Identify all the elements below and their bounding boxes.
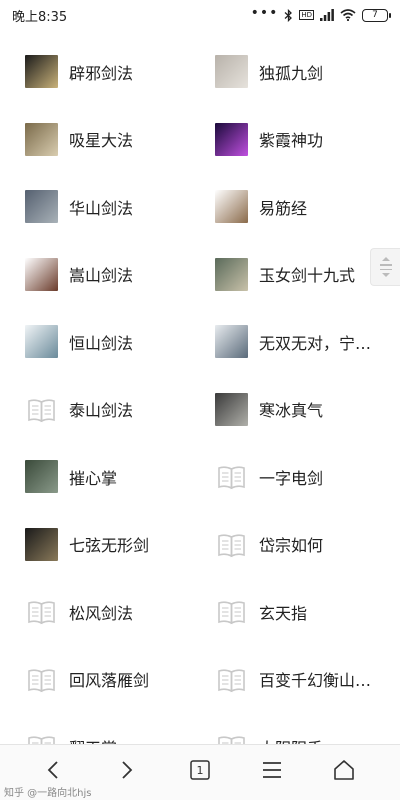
grid-row: 回风落雁剑 百变千幻衡山云雾十三式 bbox=[0, 646, 400, 714]
grid-row: 吸星大法 紫霞神功 bbox=[0, 106, 400, 174]
thumbnail-image bbox=[25, 257, 58, 291]
grid-row: 恒山剑法 无双无对，宁氏一剑 bbox=[0, 308, 400, 376]
wifi-icon bbox=[340, 9, 356, 21]
entry-name: 独孤九剑 bbox=[259, 63, 324, 83]
grid-row: 华山剑法 易筋经 bbox=[0, 173, 400, 241]
book-icon bbox=[25, 595, 58, 628]
thumbnail-image bbox=[25, 527, 58, 561]
entry-name: 无双无对，宁氏一剑 bbox=[259, 333, 387, 353]
status-icons: ••• HD 7 bbox=[250, 5, 391, 24]
grip-line bbox=[379, 268, 392, 270]
entry-item[interactable]: 岱宗如何 bbox=[215, 511, 400, 579]
scroll-up-icon bbox=[381, 257, 390, 261]
book-icon bbox=[215, 663, 248, 696]
entry-item[interactable]: 百变千幻衡山云雾十三式 bbox=[215, 646, 400, 714]
entry-item[interactable]: 回风落雁剑 bbox=[25, 646, 215, 714]
entry-name: 一字电剑 bbox=[259, 468, 324, 488]
thumbnail-image bbox=[215, 325, 248, 359]
entry-name: 吸星大法 bbox=[69, 131, 134, 151]
thumbnail-image bbox=[25, 460, 58, 494]
entry-name: 恒山剑法 bbox=[69, 333, 134, 353]
entry-item[interactable]: 嵩山剑法 bbox=[25, 241, 215, 309]
thumbnail-image bbox=[215, 392, 248, 426]
entry-name: 岱宗如何 bbox=[259, 536, 324, 556]
watermark: 知乎 @一路向北hjs bbox=[4, 788, 92, 799]
forward-button[interactable] bbox=[108, 755, 144, 785]
grid-row: 松风剑法 玄天指 bbox=[0, 578, 400, 646]
entry-name: 玉女剑十九式 bbox=[259, 266, 356, 286]
entry-item[interactable]: 辟邪剑法 bbox=[25, 38, 215, 106]
entry-name: 百变千幻衡山云雾十三式 bbox=[259, 671, 387, 691]
entry-item[interactable]: 易筋经 bbox=[215, 173, 400, 241]
entry-item[interactable]: 恒山剑法 bbox=[25, 308, 215, 376]
entry-item[interactable]: 吸星大法 bbox=[25, 106, 215, 174]
grid-row: 摧心掌 一字电剑 bbox=[0, 443, 400, 511]
thumbnail-image bbox=[215, 257, 248, 291]
entry-name: 华山剑法 bbox=[69, 198, 134, 218]
back-button[interactable] bbox=[36, 755, 72, 785]
grip-line bbox=[379, 264, 392, 266]
entry-name: 松风剑法 bbox=[69, 603, 134, 623]
tabs-button[interactable]: 1 bbox=[182, 755, 218, 785]
thumbnail-image bbox=[25, 55, 58, 89]
scroll-down-icon bbox=[381, 273, 390, 277]
entry-item[interactable]: 无双无对，宁氏一剑 bbox=[215, 308, 400, 376]
menu-icon bbox=[263, 762, 281, 778]
chevron-left-icon bbox=[47, 761, 58, 779]
entry-item[interactable]: 七弦无形剑 bbox=[25, 511, 215, 579]
entry-name: 嵩山剑法 bbox=[69, 266, 134, 286]
tabs-icon: 1 bbox=[189, 759, 211, 781]
battery-icon: 7 bbox=[362, 8, 391, 22]
entry-item[interactable]: 玄天指 bbox=[215, 578, 400, 646]
entry-name: 回风落雁剑 bbox=[69, 671, 150, 691]
entry-item[interactable]: 独孤九剑 bbox=[215, 38, 400, 106]
entry-item[interactable]: 紫霞神功 bbox=[215, 106, 400, 174]
entry-name: 摧心掌 bbox=[69, 468, 118, 488]
entry-item[interactable]: 一字电剑 bbox=[215, 443, 400, 511]
menu-button[interactable] bbox=[254, 755, 290, 785]
tab-count: 1 bbox=[196, 763, 204, 777]
entry-item[interactable]: 寒冰真气 bbox=[215, 376, 400, 444]
book-icon bbox=[215, 595, 248, 628]
bluetooth-icon bbox=[284, 8, 293, 22]
status-bar: 晚上8:35 ••• HD 7 bbox=[0, 0, 400, 30]
thumbnail-image bbox=[25, 122, 58, 156]
entry-name: 易筋经 bbox=[259, 198, 308, 218]
entry-item[interactable]: 松风剑法 bbox=[25, 578, 215, 646]
thumbnail-image bbox=[25, 325, 58, 359]
more-dots-icon: ••• bbox=[250, 5, 279, 21]
grid-row: 七弦无形剑 岱宗如何 bbox=[0, 511, 400, 579]
thumbnail-image bbox=[25, 190, 58, 224]
grid-row: 辟邪剑法 独孤九剑 bbox=[0, 38, 400, 106]
home-button[interactable] bbox=[326, 755, 362, 785]
thumbnail-image bbox=[215, 190, 248, 224]
scroll-handle[interactable] bbox=[370, 248, 400, 286]
grid-row: 嵩山剑法 玉女剑十九式 bbox=[0, 241, 400, 309]
home-icon bbox=[334, 760, 354, 780]
battery-level: 7 bbox=[372, 10, 378, 20]
entry-name: 七弦无形剑 bbox=[69, 536, 150, 556]
signal-icon bbox=[320, 9, 334, 21]
entry-grid: 辟邪剑法 独孤九剑吸星大法 紫霞神功华山剑法 易筋经嵩山剑法 玉女剑十九式恒山剑法 无双无… bbox=[0, 38, 400, 781]
hd-badge: HD bbox=[299, 10, 314, 20]
entry-name: 辟邪剑法 bbox=[69, 63, 134, 83]
entry-name: 寒冰真气 bbox=[259, 401, 324, 421]
entry-name: 紫霞神功 bbox=[259, 131, 324, 151]
thumbnail-image bbox=[215, 122, 248, 156]
book-icon bbox=[25, 393, 58, 426]
entry-name: 玄天指 bbox=[259, 603, 308, 623]
status-time: 晚上8:35 bbox=[12, 10, 68, 25]
chevron-right-icon bbox=[122, 761, 133, 779]
book-icon bbox=[215, 460, 248, 493]
grid-row: 泰山剑法 寒冰真气 bbox=[0, 376, 400, 444]
book-icon bbox=[25, 663, 58, 696]
thumbnail-image bbox=[215, 55, 248, 89]
book-icon bbox=[215, 528, 248, 561]
entry-item[interactable]: 摧心掌 bbox=[25, 443, 215, 511]
entry-name: 泰山剑法 bbox=[69, 401, 134, 421]
entry-item[interactable]: 华山剑法 bbox=[25, 173, 215, 241]
entry-item[interactable]: 泰山剑法 bbox=[25, 376, 215, 444]
